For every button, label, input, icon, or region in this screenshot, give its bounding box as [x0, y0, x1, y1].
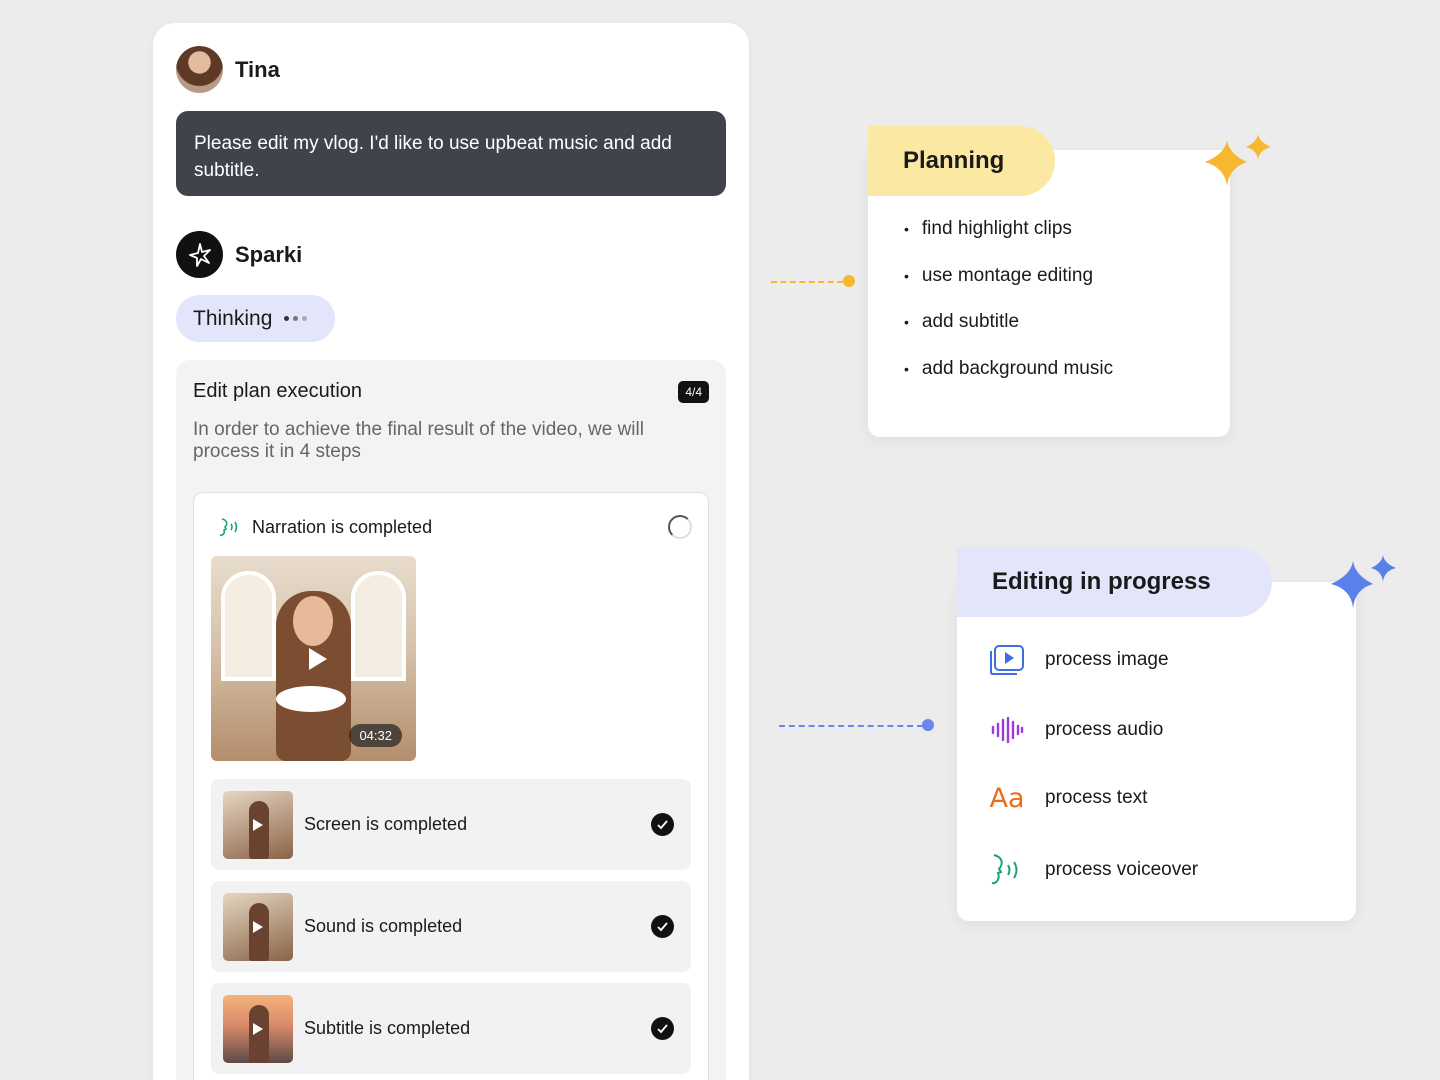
check-icon: [651, 1017, 674, 1040]
bot-name: Sparki: [235, 241, 303, 267]
sparkle-icon: [1331, 555, 1396, 608]
step-thumbnail: [223, 994, 293, 1063]
edit-item-text: Aa process text: [989, 780, 1147, 816]
voice-icon: [989, 852, 1025, 888]
play-icon: [253, 818, 263, 831]
video-duration: 04:32: [349, 724, 402, 747]
edit-item-label: process image: [1045, 649, 1169, 670]
step-label: Sound is completed: [304, 916, 463, 936]
step-thumbnail: [223, 790, 293, 859]
edit-item-voiceover: process voiceover: [989, 852, 1198, 888]
list-item: use montage editing: [904, 265, 1113, 312]
steps-list: Narration is completed 04:32 Screen is c…: [193, 492, 709, 1080]
play-icon: [253, 1022, 263, 1035]
play-icon[interactable]: [308, 647, 327, 670]
edit-item-image: process image: [989, 642, 1169, 678]
edit-item-label: process audio: [1045, 719, 1164, 740]
chat-panel: Tina Please edit my vlog. I'd like to us…: [153, 23, 749, 1080]
check-icon: [651, 915, 674, 938]
user-message-bubble: Please edit my vlog. I'd like to use upb…: [176, 111, 726, 196]
thinking-label: Thinking: [193, 306, 273, 330]
list-item: add background music: [904, 358, 1113, 405]
edit-item-label: process voiceover: [1045, 859, 1199, 880]
video-frame-icon: [989, 642, 1025, 678]
check-icon: [651, 813, 674, 836]
audio-wave-icon: [989, 712, 1025, 748]
list-item: add subtitle: [904, 311, 1113, 358]
thinking-indicator: Thinking: [176, 295, 335, 342]
step-thumbnail: [223, 892, 293, 961]
editing-connector-dot: [922, 719, 934, 731]
sparkle-logo-icon: [188, 242, 211, 267]
plan-title: Edit plan execution: [193, 380, 363, 402]
video-thumbnail[interactable]: 04:32: [211, 556, 416, 761]
planning-title: Planning: [868, 126, 1055, 196]
play-icon: [253, 920, 263, 933]
edit-item-label: process text: [1045, 787, 1148, 808]
plan-description: In order to achieve the final result of …: [193, 419, 644, 462]
typing-dots-icon: [284, 316, 308, 321]
editing-title: Editing in progress: [957, 547, 1272, 617]
user-name: Tina: [235, 56, 280, 82]
bot-avatar: [176, 231, 223, 278]
narration-label: Narration is completed: [252, 516, 433, 537]
editing-card: process image process audio Aa process t…: [957, 582, 1356, 921]
plan-step-badge: 4/4: [678, 381, 709, 403]
list-item: find highlight clips: [904, 218, 1113, 265]
voice-icon: [219, 518, 238, 536]
editing-connector: [779, 725, 923, 727]
narration-row: Narration is completed: [218, 515, 432, 539]
sparkle-icon: [1205, 134, 1271, 186]
text-aa-icon: Aa: [989, 782, 1025, 814]
step-item-screen[interactable]: Screen is completed: [211, 779, 691, 870]
step-item-sound[interactable]: Sound is completed: [211, 881, 691, 972]
loading-spinner-icon: [668, 515, 692, 539]
user-avatar[interactable]: [176, 46, 223, 93]
step-label: Subtitle is completed: [304, 1018, 471, 1038]
edit-item-audio: process audio: [989, 712, 1163, 748]
planning-connector: [771, 281, 843, 283]
bot-header: Sparki: [176, 231, 302, 278]
step-label: Screen is completed: [304, 814, 468, 834]
edit-plan-card: Edit plan execution 4/4 In order to achi…: [176, 360, 726, 1080]
step-item-subtitle[interactable]: Subtitle is completed: [211, 983, 691, 1074]
planning-connector-dot: [843, 275, 855, 287]
planning-list: find highlight clips use montage editing…: [904, 218, 1113, 404]
user-header: Tina: [176, 46, 280, 93]
